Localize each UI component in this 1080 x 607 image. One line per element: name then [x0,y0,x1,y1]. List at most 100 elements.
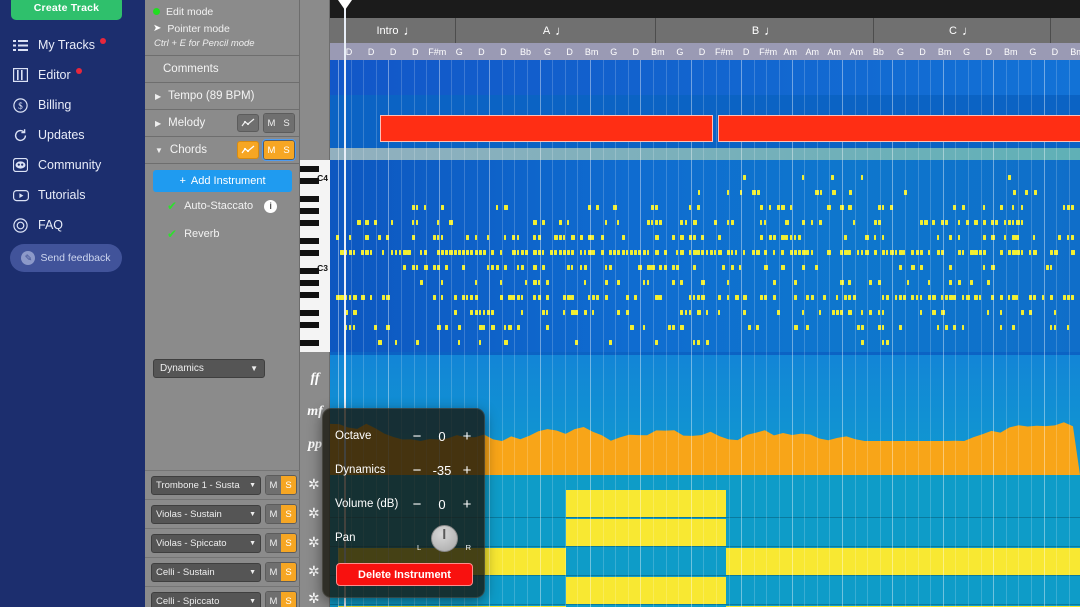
midi-note[interactable] [958,220,961,225]
midi-note[interactable] [420,250,422,255]
midi-note[interactable] [1063,295,1066,300]
midi-note[interactable] [1050,250,1053,255]
midi-note[interactable] [680,280,682,285]
midi-note[interactable] [1000,250,1003,255]
midi-note[interactable] [659,295,662,300]
midi-note[interactable] [1071,205,1074,210]
midi-note[interactable] [458,340,460,345]
midi-note[interactable] [479,310,481,315]
midi-note[interactable] [433,295,436,300]
midi-note[interactable] [391,250,393,255]
midi-note[interactable] [958,250,961,255]
midi-note[interactable] [760,235,762,240]
gear-icon[interactable]: ✲ [308,564,323,579]
midi-note[interactable] [844,250,848,255]
midi-note[interactable] [743,295,746,300]
midi-note[interactable] [445,265,447,270]
midi-note[interactable] [861,325,864,330]
midi-note[interactable] [1050,295,1053,300]
instrument-select[interactable]: Violas - Sustain ▼ [151,505,261,524]
midi-note[interactable] [533,235,536,240]
octave-increment-button[interactable]: + [462,429,472,444]
midi-note[interactable] [920,310,922,315]
piano-black-key[interactable] [300,208,319,214]
midi-note[interactable] [857,325,860,330]
midi-note[interactable] [479,340,482,345]
midi-note[interactable] [932,295,935,300]
midi-note[interactable] [630,250,633,255]
midi-note[interactable] [1012,295,1015,300]
midi-note[interactable] [441,250,444,255]
midi-note[interactable] [1008,250,1011,255]
midi-note[interactable] [605,280,609,285]
midi-note[interactable] [571,235,575,240]
midi-note[interactable] [962,250,964,255]
midi-note[interactable] [395,250,397,255]
midi-note[interactable] [1000,205,1004,210]
midi-note[interactable] [756,250,760,255]
piano-keyboard[interactable]: C4C3 [300,160,330,352]
midi-note[interactable] [937,325,939,330]
midi-note[interactable] [567,220,569,225]
midi-note[interactable] [592,310,594,315]
midi-note[interactable] [1050,265,1052,270]
midi-note[interactable] [643,250,646,255]
midi-note[interactable] [659,220,661,225]
midi-note[interactable] [546,280,549,285]
midi-note[interactable] [609,340,612,345]
midi-note[interactable] [983,205,986,210]
midi-note[interactable] [1071,295,1074,300]
chord-label[interactable]: Bm [1000,43,1022,60]
midi-note[interactable] [974,220,977,225]
midi-note[interactable] [848,205,851,210]
midi-note[interactable] [895,295,897,300]
midi-note[interactable] [584,250,587,255]
piano-black-key[interactable] [300,310,319,316]
midi-note[interactable] [811,220,814,225]
chord-label[interactable]: G [1022,43,1044,60]
midi-note[interactable] [546,325,549,330]
section-marker[interactable]: Bridge♩ [1051,18,1080,43]
midi-note[interactable] [533,265,537,270]
midi-note[interactable] [617,220,619,225]
midi-note[interactable] [911,265,914,270]
sidebar-item-tutorials[interactable]: Tutorials [0,180,145,210]
midi-note[interactable] [592,295,595,300]
gear-icon[interactable]: ✲ [308,535,323,550]
midi-note[interactable] [857,250,859,255]
midi-note[interactable] [819,310,821,315]
midi-note[interactable] [378,340,382,345]
chord-label[interactable]: F#m [426,43,448,60]
instrument-select[interactable]: Celli - Sustain ▼ [151,563,261,582]
midi-note[interactable] [655,340,658,345]
midi-note[interactable] [895,250,897,255]
midi-note[interactable] [693,295,695,300]
midi-note[interactable] [693,235,696,240]
section-marker[interactable]: C♩ [874,18,1051,43]
midi-note[interactable] [592,250,595,255]
midi-note[interactable] [760,295,763,300]
midi-note[interactable] [899,325,902,330]
midi-note[interactable] [416,220,418,225]
midi-note[interactable] [559,220,562,225]
pan-knob[interactable] [431,525,458,552]
midi-note[interactable] [882,295,884,300]
midi-note[interactable] [634,250,636,255]
midi-note[interactable] [470,295,472,300]
midi-note[interactable] [479,325,483,330]
midi-note[interactable] [596,295,599,300]
chord-label[interactable]: D [382,43,404,60]
midi-note[interactable] [517,235,520,240]
midi-note[interactable] [945,295,948,300]
section-bar[interactable]: Intro♩A♩B♩C♩Bridge♩B1♩ [330,18,1080,43]
midi-note[interactable] [433,265,437,270]
melody-row[interactable]: ▶ Melody M S [145,110,299,137]
midi-note[interactable] [848,310,851,315]
midi-note[interactable] [849,190,852,195]
midi-note[interactable] [483,250,486,255]
midi-note[interactable] [496,265,499,270]
midi-note[interactable] [1033,250,1037,255]
chord-label[interactable]: Bm [581,43,603,60]
midi-note[interactable] [584,310,587,315]
instrument-solo-button[interactable]: S [281,592,296,607]
